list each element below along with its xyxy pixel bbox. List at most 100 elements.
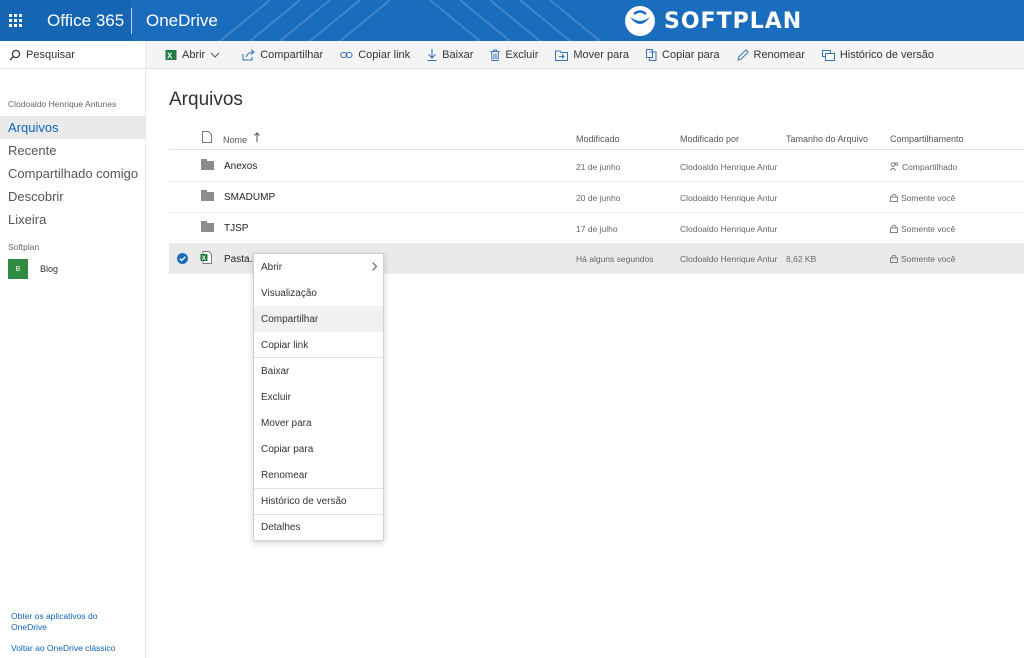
site-label: Blog (40, 264, 59, 274)
column-header-sharing[interactable]: Compartilhamento (890, 134, 964, 144)
get-apps-link[interactable]: Obter os aplicativos do OneDrive (11, 611, 131, 633)
menu-item-delete[interactable]: Excluir (254, 384, 383, 410)
share-button[interactable]: Compartilhar (242, 49, 323, 61)
nav-item-lixeira[interactable]: Lixeira (0, 208, 145, 231)
list-header: Nome Modificado Modificado por Tamanho d… (169, 128, 1024, 150)
site-tile-icon: B (8, 259, 28, 279)
column-header-modified[interactable]: Modificado (576, 134, 620, 144)
file-row[interactable]: SMADUMP 20 de junho Clodoaldo Henrique A… (169, 182, 1024, 213)
context-menu: Abrir Visualização Compartilhar Copiar l… (253, 253, 384, 541)
rename-button[interactable]: Renomear (736, 49, 805, 61)
share-icon (242, 49, 256, 61)
lock-icon (890, 224, 898, 233)
sharing-label: Compartilhado (902, 162, 958, 172)
lock-icon (890, 193, 898, 202)
softplan-logo: SOFTPLAN (624, 5, 802, 37)
move-to-button-label: Mover para (573, 49, 630, 61)
checkmark-circle-icon[interactable] (177, 253, 188, 264)
file-modified-by: Clodoaldo Henrique Antur (680, 162, 778, 172)
delete-button-label: Excluir (505, 49, 539, 61)
copy-to-button-label: Copiar para (662, 49, 720, 61)
delete-button[interactable]: Excluir (490, 49, 538, 61)
classic-onedrive-link[interactable]: Voltar ao OneDrive clássico (11, 643, 131, 654)
download-button[interactable]: Baixar (427, 49, 473, 61)
copy-icon (646, 49, 657, 61)
file-modified-by: Clodoaldo Henrique Antur (680, 193, 778, 203)
share-button-label: Compartilhar (260, 49, 324, 61)
sharing-label: Somente você (901, 224, 956, 234)
nav-item-arquivos[interactable]: Arquivos (0, 116, 145, 139)
open-button[interactable]: X Abrir (165, 49, 225, 61)
column-header-size[interactable]: Tamanho do Arquivo (786, 134, 868, 144)
file-modified: 17 de julho (576, 224, 618, 234)
file-sharing: Somente você (890, 193, 955, 203)
copy-link-button[interactable]: Copiar link (340, 49, 410, 61)
left-nav: Clodoaldo Henrique Antunes Arquivos Rece… (0, 69, 146, 658)
file-modified: 20 de junho (576, 193, 621, 203)
office365-brand[interactable]: Office 365 (31, 0, 131, 41)
page-title: Arquivos (169, 89, 243, 110)
file-type-icon (202, 131, 212, 143)
column-header-name[interactable]: Nome (223, 135, 247, 145)
download-button-label: Baixar (442, 49, 474, 61)
version-history-button[interactable]: Histórico de versão (821, 49, 935, 61)
group-label: Softplan (8, 242, 40, 252)
command-list: X Abrir Compartilhar Copiar link Baixar … (165, 41, 951, 69)
trash-icon (490, 49, 500, 61)
file-row[interactable]: Anexos 21 de junho Clodoaldo Henrique An… (169, 151, 1024, 182)
softplan-logo-text: SOFTPLAN (664, 8, 803, 34)
menu-item-share[interactable]: Compartilhar (254, 306, 383, 332)
file-sharing: Somente você (890, 224, 955, 234)
app-launcher-button[interactable] (0, 0, 31, 41)
search-icon (9, 49, 21, 60)
folder-icon (201, 190, 214, 201)
search-box[interactable]: Pesquisar (0, 41, 146, 69)
suite-divider (131, 8, 132, 34)
menu-item-version-history[interactable]: Histórico de versão (254, 488, 383, 514)
history-icon (821, 49, 835, 61)
move-to-button[interactable]: Mover para (555, 49, 629, 61)
menu-item-details[interactable]: Detalhes (254, 514, 383, 540)
nav-item-recente[interactable]: Recente (0, 139, 145, 162)
file-modified-by: Clodoaldo Henrique Antur (680, 224, 778, 234)
nav-item-compartilhado[interactable]: Compartilhado comigo (0, 162, 145, 185)
svg-text:X: X (202, 256, 206, 262)
nav-item-descobrir[interactable]: Descobrir (0, 185, 145, 208)
file-name[interactable]: TJSP (224, 223, 248, 234)
sharing-label: Somente você (901, 254, 956, 264)
download-icon (427, 49, 437, 61)
suite-bar: Office 365 OneDrive SOFTPLAN (0, 0, 1024, 41)
site-item-blog[interactable]: B Blog (8, 259, 58, 279)
menu-item-move-to[interactable]: Mover para (254, 410, 383, 436)
column-header-modified-by[interactable]: Modificado por (680, 134, 739, 144)
folder-icon (201, 159, 214, 170)
menu-item-open[interactable]: Abrir (254, 254, 383, 280)
sharing-label: Somente você (901, 193, 956, 203)
rename-button-label: Renomear (753, 49, 805, 61)
pencil-icon (736, 49, 749, 61)
menu-item-rename[interactable]: Renomear (254, 462, 383, 488)
shared-people-icon (890, 162, 899, 171)
file-name[interactable]: Anexos (224, 161, 257, 172)
file-modified: Há alguns segundos (576, 254, 654, 264)
file-row[interactable]: TJSP 17 de julho Clodoaldo Henrique Antu… (169, 213, 1024, 244)
copy-to-button[interactable]: Copiar para (646, 49, 720, 61)
svg-text:X: X (167, 52, 173, 61)
file-name[interactable]: SMADUMP (224, 192, 275, 203)
copy-link-button-label: Copiar link (358, 49, 411, 61)
app-title[interactable]: OneDrive (146, 0, 218, 41)
move-icon (555, 50, 569, 61)
lock-icon (890, 254, 898, 263)
file-size: 8,62 KB (786, 254, 817, 264)
excel-file-icon: X (200, 251, 212, 264)
open-button-label: Abrir (182, 49, 206, 61)
menu-item-download[interactable]: Baixar (254, 358, 383, 384)
version-history-button-label: Histórico de versão (839, 49, 935, 61)
chevron-down-icon (210, 52, 220, 58)
menu-item-preview[interactable]: Visualização (254, 280, 383, 306)
menu-item-copy-to[interactable]: Copiar para (254, 436, 383, 462)
sort-up-arrow-icon (254, 132, 260, 142)
folder-icon (201, 221, 214, 232)
menu-item-copy-link[interactable]: Copiar link (254, 332, 383, 358)
link-icon (340, 51, 353, 59)
